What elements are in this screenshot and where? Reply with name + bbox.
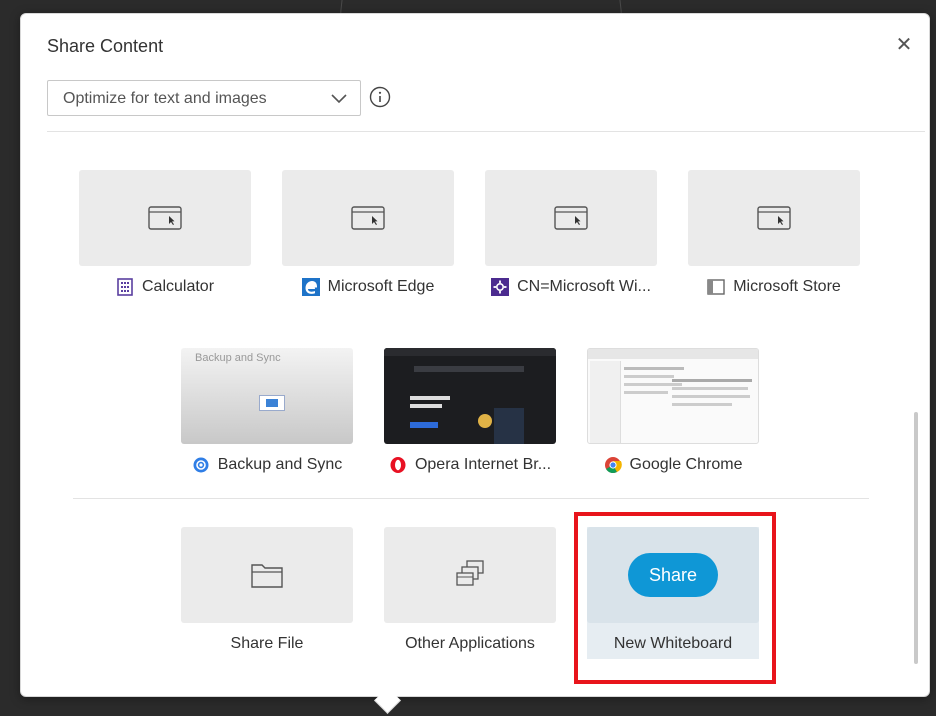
window-tile-microsoft-edge[interactable]: Microsoft Edge [282,170,454,296]
window-preview [79,170,251,266]
window-tile-microsoft-store[interactable]: Microsoft Store [688,170,860,296]
window-label: Backup and Sync [217,456,343,473]
window-label: Microsoft Edge [327,278,435,295]
other-applications-preview [384,527,556,623]
opera-preview [384,348,556,444]
chrome-preview [587,348,759,444]
backup-sync-icon [193,457,209,473]
quality-select[interactable]: Optimize for text and images [47,80,361,116]
share-file-preview [181,527,353,623]
window-tile-opera[interactable]: Opera Internet Br... [384,348,556,474]
window-tile-calculator[interactable]: Calculator [79,170,251,296]
chevron-down-icon [331,94,347,104]
backup-sync-thumb-logo [259,395,285,411]
window-label: CN=Microsoft Wi... [517,278,651,295]
window-label: Calculator [141,278,215,295]
other-applications-label: Other Applications [405,635,535,652]
window-tile-backup-and-sync[interactable]: Backup and Sync Backup and Sync [181,348,353,474]
info-icon[interactable] [369,86,391,108]
share-file-label: Share File [230,635,304,652]
folder-icon [251,564,283,588]
stacked-windows-icon [456,560,484,586]
dialog-title: Share Content [47,36,164,56]
header-divider [47,131,925,132]
share-file-tile[interactable]: Share File [181,527,353,653]
quality-select-value: Optimize for text and images [63,90,267,107]
window-preview [485,170,657,266]
share-content-dialog: Share Content ✕ Optimize for text and im… [20,13,930,697]
window-icon [554,206,588,230]
calculator-icon [117,278,133,296]
section-divider [73,498,869,499]
backup-sync-thumb-title: Backup and Sync [195,352,281,364]
annotation-highlight-box [574,512,776,684]
window-icon [757,206,791,230]
window-tile-google-chrome[interactable]: Google Chrome [587,348,759,474]
opera-icon [390,457,406,473]
backup-sync-preview: Backup and Sync [181,348,353,444]
window-icon [148,206,182,230]
store-icon [707,279,725,295]
app-icon [491,278,510,296]
scrollbar[interactable] [914,412,918,664]
window-tile-cn-microsoft-windows[interactable]: CN=Microsoft Wi... [485,170,657,296]
edge-icon [301,278,320,296]
window-preview [282,170,454,266]
window-label: Google Chrome [629,456,743,473]
window-icon [351,206,385,230]
close-icon[interactable]: ✕ [893,34,915,56]
chrome-icon [604,457,622,474]
other-applications-tile[interactable]: Other Applications [384,527,556,653]
window-label: Microsoft Store [733,278,841,295]
window-preview [688,170,860,266]
window-label: Opera Internet Br... [414,456,552,473]
